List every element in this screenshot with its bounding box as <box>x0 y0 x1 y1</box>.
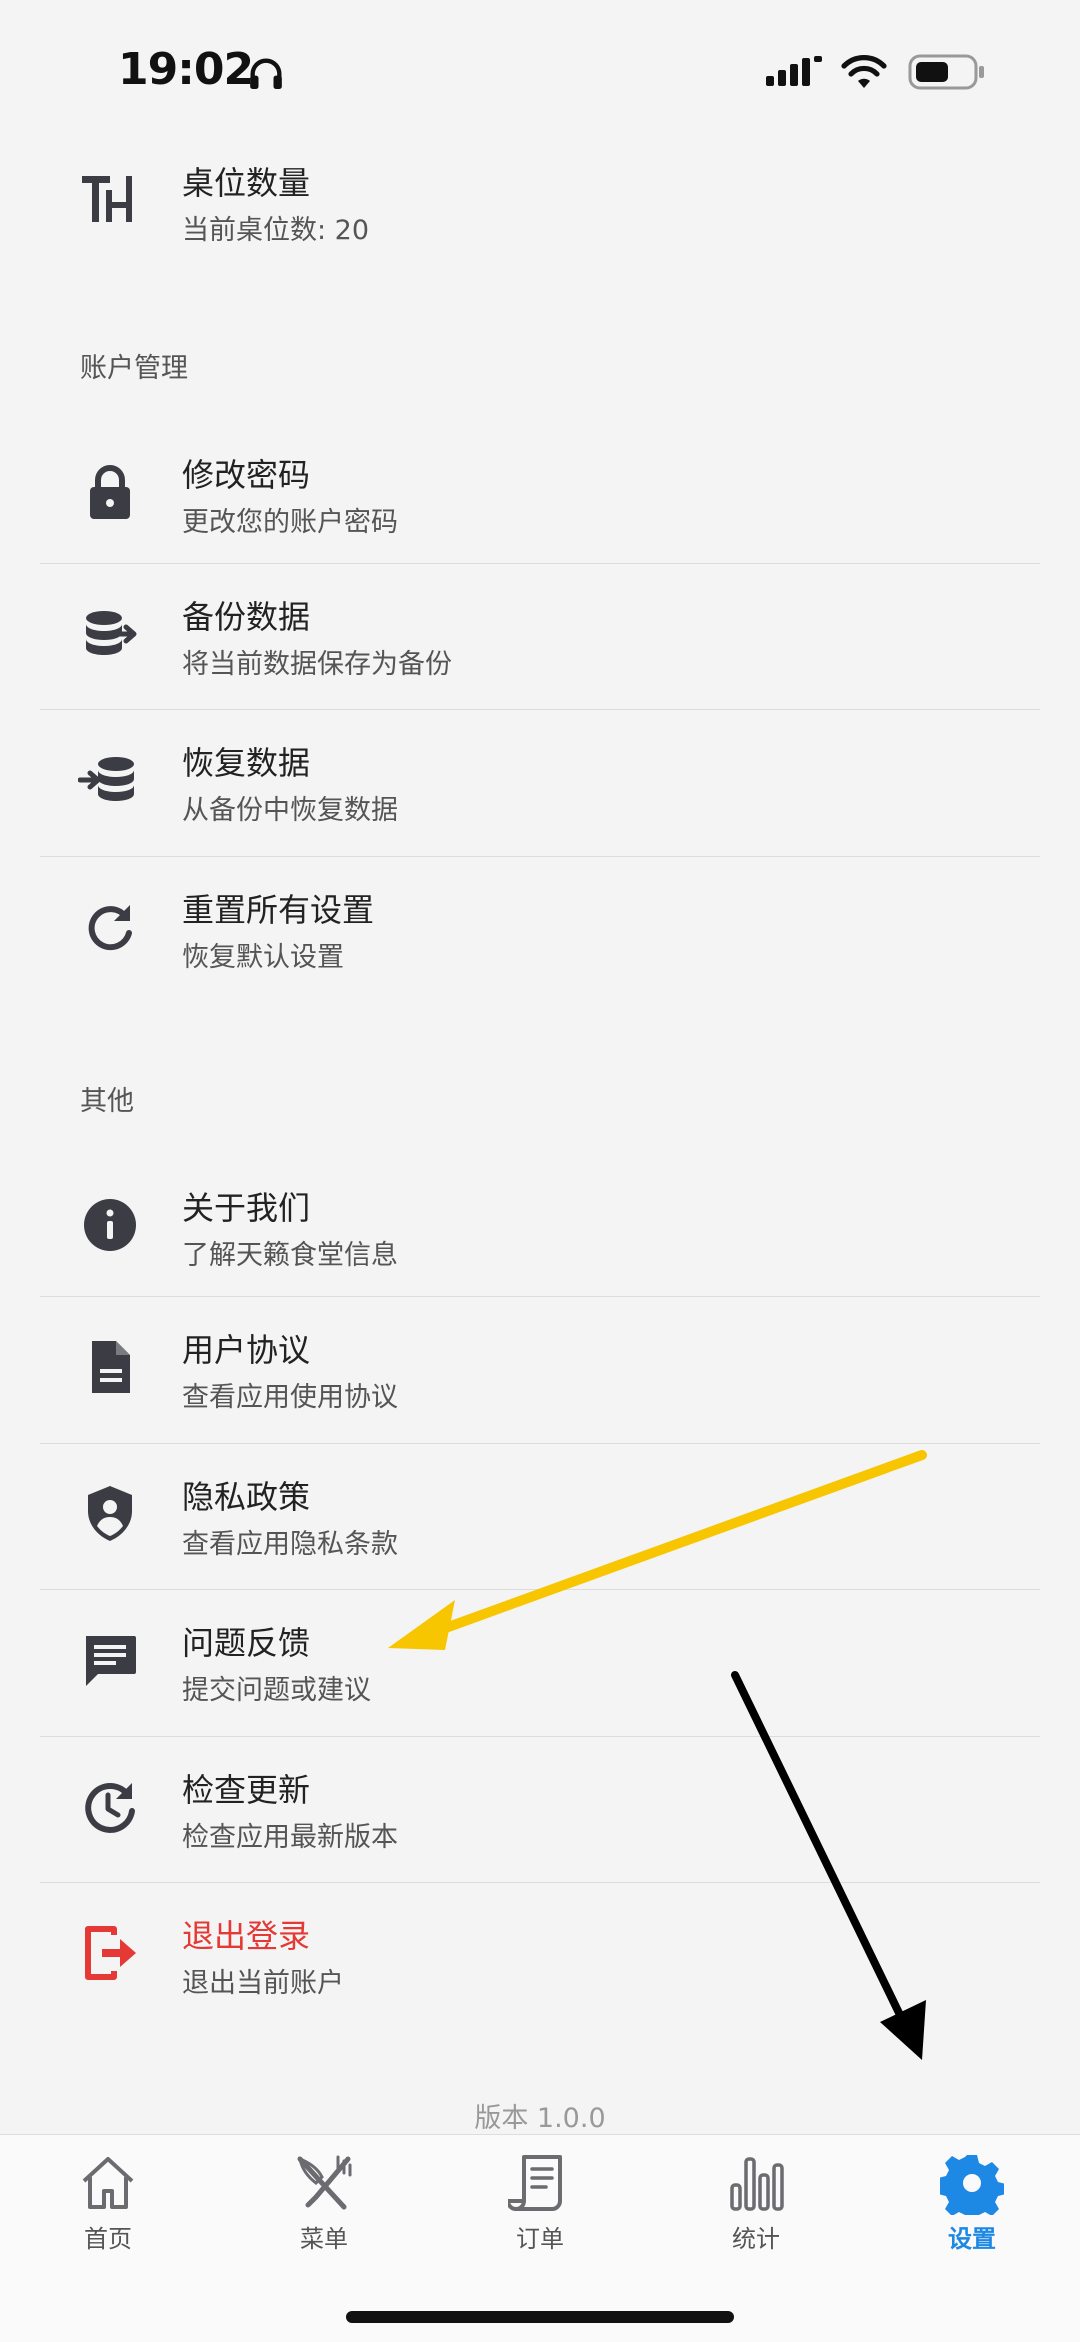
logout-row[interactable]: 退出登录 退出当前账户 <box>0 1883 1080 2028</box>
section-header-account: 账户管理 <box>80 353 188 384</box>
bar-chart-icon <box>730 2157 784 2211</box>
row-subtitle: 当前桌位数: 20 <box>182 215 370 246</box>
refresh-icon <box>78 895 142 959</box>
row-title: 关于我们 <box>182 1189 311 1227</box>
row-title: 问题反馈 <box>182 1624 311 1662</box>
section-header-other: 其他 <box>80 1086 134 1117</box>
tab-bar: 首页 菜单 订单 统计 设置 <box>0 2134 1080 2342</box>
wifi-icon <box>841 55 887 88</box>
row-title: 恢复数据 <box>182 744 311 782</box>
user-agreement-row[interactable]: 用户协议 查看应用使用协议 <box>0 1297 1080 1442</box>
home-indicator <box>346 2311 734 2323</box>
logout-icon <box>78 1921 142 1985</box>
row-title: 检查更新 <box>182 1771 311 1809</box>
restore-data-row[interactable]: 恢复数据 从备份中恢复数据 <box>0 710 1080 855</box>
document-icon <box>78 1335 142 1399</box>
info-icon <box>78 1193 142 1257</box>
tab-home[interactable]: 首页 <box>48 2151 168 2271</box>
about-us-row[interactable]: 关于我们 了解天籁食堂信息 <box>0 1155 1080 1300</box>
tab-label: 订单 <box>516 2225 564 2253</box>
feedback-row[interactable]: 问题反馈 提交问题或建议 <box>0 1590 1080 1735</box>
backup-database-icon <box>78 602 142 666</box>
row-subtitle: 从备份中恢复数据 <box>182 795 398 826</box>
row-title: 退出登录 <box>182 1917 311 1955</box>
row-subtitle: 提交问题或建议 <box>182 1675 371 1706</box>
tab-label: 首页 <box>84 2225 132 2253</box>
gear-icon <box>940 2155 1004 2215</box>
row-title: 桌位数量 <box>182 164 311 202</box>
table-icon <box>78 168 142 232</box>
tab-stats[interactable]: 统计 <box>696 2151 816 2271</box>
row-subtitle: 查看应用隐私条款 <box>182 1529 398 1560</box>
backup-data-row[interactable]: 备份数据 将当前数据保存为备份 <box>0 564 1080 709</box>
reset-settings-row[interactable]: 重置所有设置 恢复默认设置 <box>0 857 1080 1002</box>
headphone-icon <box>250 58 282 89</box>
tab-settings[interactable]: 设置 <box>912 2151 1032 2271</box>
row-subtitle: 将当前数据保存为备份 <box>182 649 452 680</box>
row-title: 隐私政策 <box>182 1478 311 1516</box>
battery-icon <box>908 54 984 90</box>
feedback-icon <box>78 1628 142 1692</box>
privacy-policy-row[interactable]: 隐私政策 查看应用隐私条款 <box>0 1444 1080 1589</box>
version-text: 版本 1.0.0 <box>474 2103 606 2134</box>
row-subtitle: 查看应用使用协议 <box>182 1382 398 1413</box>
change-password-row[interactable]: 修改密码 更改您的账户密码 <box>0 422 1080 567</box>
tab-label: 菜单 <box>300 2225 348 2253</box>
fork-knife-icon <box>297 2155 352 2210</box>
table-count-row[interactable]: 桌位数量 当前桌位数: 20 <box>0 130 1080 275</box>
tab-orders[interactable]: 订单 <box>480 2151 600 2271</box>
row-title: 用户协议 <box>182 1331 311 1369</box>
lock-icon <box>78 460 142 524</box>
receipt-icon <box>508 2155 562 2211</box>
row-subtitle: 了解天籁食堂信息 <box>182 1240 398 1271</box>
tab-label: 统计 <box>732 2225 780 2253</box>
home-icon <box>82 2157 134 2209</box>
row-subtitle: 更改您的账户密码 <box>182 507 398 538</box>
update-history-icon <box>78 1775 142 1839</box>
status-time: 19:02 <box>118 44 254 95</box>
status-bar: 19:02 <box>0 0 1080 140</box>
row-subtitle: 退出当前账户 <box>182 1968 344 1999</box>
signal-icon <box>766 56 822 86</box>
restore-database-icon <box>77 748 142 812</box>
tab-menu[interactable]: 菜单 <box>264 2151 384 2271</box>
row-title: 修改密码 <box>182 456 311 494</box>
row-subtitle: 检查应用最新版本 <box>182 1822 398 1853</box>
check-update-row[interactable]: 检查更新 检查应用最新版本 <box>0 1737 1080 1882</box>
shield-user-icon <box>78 1482 142 1546</box>
row-title: 重置所有设置 <box>182 891 375 929</box>
row-subtitle: 恢复默认设置 <box>182 942 344 973</box>
tab-label: 设置 <box>948 2225 996 2253</box>
row-title: 备份数据 <box>182 598 311 636</box>
